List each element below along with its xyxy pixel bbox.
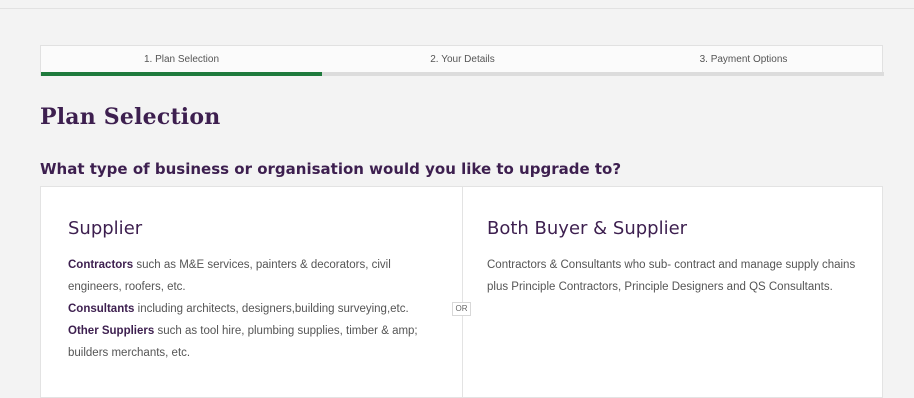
page-title: Plan Selection (40, 104, 221, 130)
contractors-label: Contractors (68, 259, 134, 271)
step-payment-options[interactable]: 3. Payment Options (603, 46, 884, 73)
progress-track (41, 72, 884, 76)
supplier-option-title[interactable]: Supplier (68, 218, 142, 239)
supplier-option-description: Contractors such as M&E services, painte… (68, 254, 440, 364)
progress-steps: 1. Plan Selection 2. Your Details 3. Pay… (40, 45, 884, 76)
buyer-supplier-option-description: Contractors & Consultants who sub- contr… (487, 259, 856, 293)
step-plan-selection[interactable]: 1. Plan Selection (41, 46, 322, 73)
business-type-question: What type of business or organisation wo… (40, 160, 622, 178)
consultants-text: including architects, designers,building… (134, 303, 409, 315)
other-suppliers-label: Other Suppliers (68, 325, 155, 337)
step-your-details[interactable]: 2. Your Details (322, 46, 603, 73)
progress-fill (41, 72, 322, 76)
options-divider (462, 187, 463, 397)
plan-options-panel: OR Supplier Contractors such as M&E serv… (40, 186, 883, 398)
consultants-label: Consultants (68, 303, 135, 315)
top-divider (0, 8, 914, 9)
or-badge: OR (452, 302, 471, 316)
buyer-supplier-option-title[interactable]: Both Buyer & Supplier (487, 218, 687, 239)
